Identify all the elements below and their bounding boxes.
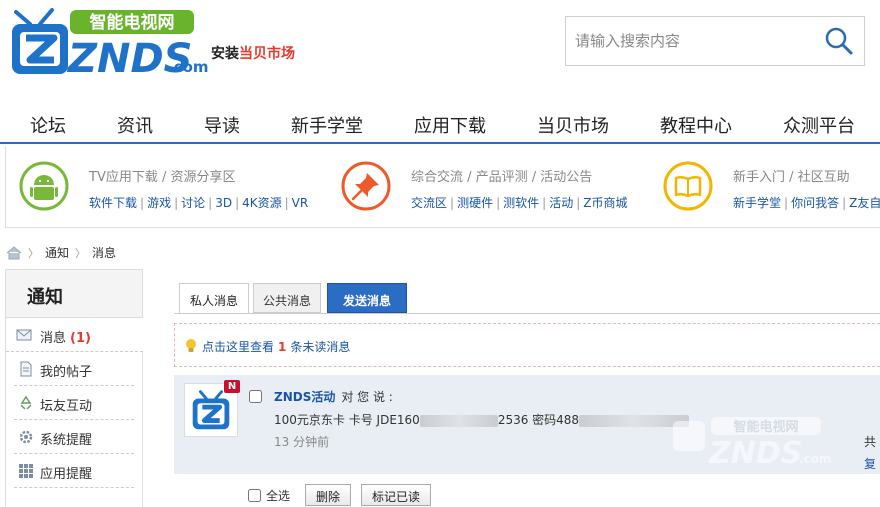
sidebar-title: 通知 (6, 270, 142, 318)
search-input[interactable] (566, 17, 816, 65)
said-label: 对 您 说 : (341, 390, 393, 404)
message-action-count: 共 (864, 435, 877, 449)
link-zcoin-mall[interactable]: Z币商城 (583, 196, 627, 210)
reply-link[interactable]: 复 (864, 455, 876, 472)
message-header: ZNDS活动对 您 说 : (274, 388, 393, 405)
category-links-apps: 软件下载 | 游戏 | 讨论 | 3D | 4K资源 | VR (89, 196, 309, 210)
android-icon[interactable] (19, 161, 69, 211)
sender-name[interactable]: ZNDS活动 (274, 390, 335, 404)
notice-suffix: 条未读消息 (290, 340, 351, 354)
notice-count: 1 (278, 340, 287, 354)
sidebar-item-label: 我的帖子 (40, 365, 93, 380)
sidebar-item-label: 应用提醒 (40, 467, 93, 482)
send-message-button[interactable]: 发送消息 (327, 283, 407, 313)
promo-highlight: 当贝市场 (239, 46, 295, 62)
sidebar-item-system[interactable]: 系统提醒 (14, 420, 134, 454)
link-games[interactable]: 游戏 (147, 196, 171, 210)
mark-read-button[interactable]: 标记已读 (361, 484, 432, 506)
link-zfriends[interactable]: Z友自 (849, 196, 880, 210)
znds-logo[interactable]: 智能电视网 ZNDS .com (8, 4, 208, 84)
breadcrumb: 〉 通知 〉 消息 (6, 244, 116, 261)
unread-link[interactable]: 点击这里查看 1 条未读消息 (202, 338, 350, 355)
dangbei-promo[interactable]: 安装当贝市场 (211, 43, 295, 63)
logo-tagline: 智能电视网 (90, 12, 175, 33)
message-checkbox[interactable] (249, 390, 262, 403)
watermark-dotcom: .com (799, 452, 831, 466)
nav-guide[interactable]: 导读 (204, 112, 240, 138)
message-time: 13 分钟前 (274, 435, 330, 449)
link-software[interactable]: 软件下载 (89, 196, 137, 210)
main-nav: 论坛 资讯 导读 新手学堂 应用下载 当贝市场 教程中心 众测平台 (0, 100, 880, 144)
category-panel: TV应用下载 / 资源分享区 软件下载 | 游戏 | 讨论 | 3D | 4K资源 | VR 综合交… (5, 146, 880, 228)
search-icon[interactable] (824, 26, 854, 56)
link-beginner[interactable]: 新手学堂 (733, 196, 781, 210)
category-links-newbie: 新手学堂 | 你问我答 | Z友自 (733, 196, 880, 210)
link-3d[interactable]: 3D (215, 196, 232, 210)
tab-private-messages[interactable]: 私人消息 (179, 283, 249, 314)
breadcrumb-message: 消息 (92, 246, 117, 260)
watermark-main: ZNDS (708, 436, 802, 469)
select-all-checkbox[interactable] (248, 488, 261, 502)
search-box (565, 16, 865, 66)
grid-icon (19, 464, 33, 478)
sidebar-item-label: 坛友互动 (40, 399, 93, 414)
link-vr[interactable]: VR (292, 196, 309, 210)
category-links-community: 交流区 | 测硬件 | 测软件 | 活动 | Z币商城 (411, 196, 628, 210)
link-hardware[interactable]: 测硬件 (457, 196, 493, 210)
logo-dotcom: .com (168, 58, 208, 76)
book-icon[interactable] (663, 161, 713, 211)
nav-beginner[interactable]: 新手学堂 (291, 112, 363, 138)
link-discuss[interactable]: 讨论 (181, 196, 205, 210)
link-events[interactable]: 活动 (549, 196, 573, 210)
sidebar-item-interaction[interactable]: 坛友互动 (14, 386, 134, 420)
sidebar-item-my-posts[interactable]: 我的帖子 (14, 352, 134, 386)
delete-button[interactable]: 删除 (305, 484, 352, 506)
chevron-right-icon: 〉 (75, 246, 87, 260)
category-title-community: 综合交流 / 产品评测 / 活动公告 (411, 170, 593, 185)
sidebar-item-label: 系统提醒 (40, 433, 93, 448)
unread-notice: 点击这里查看 1 条未读消息 (174, 323, 880, 367)
sidebar-item-messages[interactable]: 消息 (1) (6, 318, 143, 352)
new-badge: N (224, 380, 240, 393)
nav-dangbei[interactable]: 当贝市场 (537, 112, 609, 138)
chevron-right-icon: 〉 (28, 246, 39, 260)
nav-testing[interactable]: 众测平台 (783, 112, 855, 138)
content-part-b: 2536 密码488 (497, 413, 580, 427)
nav-tutorial[interactable]: 教程中心 (660, 112, 732, 138)
notice-sidebar: 通知 消息 (1) 我的帖子 坛友互动 系统提醒 应用提醒 (5, 269, 143, 507)
link-qa[interactable]: 你问我答 (791, 196, 839, 210)
unread-count: (1) (70, 331, 91, 346)
select-all-label[interactable]: 全选 (266, 487, 290, 504)
sidebar-item-app[interactable]: 应用提醒 (14, 454, 134, 488)
tab-divider (174, 313, 880, 314)
nav-news[interactable]: 资讯 (117, 112, 153, 138)
home-icon[interactable] (6, 245, 22, 260)
breadcrumb-notice[interactable]: 通知 (45, 244, 69, 261)
redacted-block (419, 414, 498, 427)
pin-icon[interactable] (341, 161, 391, 211)
link-exchange[interactable]: 交流区 (411, 196, 447, 210)
znds-watermark: 智能电视网 ZNDS .com (673, 417, 831, 469)
message-row: N ZNDS活动对 您 说 : 100元京东卡 卡号 JDE160 2536 密码… (174, 375, 880, 474)
message-content[interactable]: 100元京东卡 卡号 JDE160 2536 密码488 (274, 411, 690, 428)
nav-app-download[interactable]: 应用下载 (414, 112, 486, 138)
promo-prefix: 安装 (211, 46, 239, 62)
sidebar-item-label: 消息 (40, 331, 67, 346)
category-title-apps: TV应用下载 / 资源分享区 (89, 170, 236, 185)
mail-icon (16, 329, 32, 341)
watermark-tagline: 智能电视网 (733, 419, 798, 435)
content-part-a: 100元京东卡 卡号 JDE160 (274, 413, 420, 427)
document-icon (20, 361, 32, 377)
notice-prefix: 点击这里查看 (202, 340, 275, 354)
tab-public-messages[interactable]: 公共消息 (253, 283, 321, 313)
link-4k[interactable]: 4K资源 (242, 196, 282, 210)
nav-forum[interactable]: 论坛 (30, 112, 66, 138)
bulk-actions: 全选 删除 标记已读 (248, 484, 441, 506)
lightbulb-icon (186, 339, 196, 352)
gear-icon (19, 430, 33, 444)
category-title-newbie: 新手入门 / 社区互助 (733, 170, 850, 185)
recycle-icon (20, 395, 32, 410)
link-software-test[interactable]: 测软件 (503, 196, 539, 210)
